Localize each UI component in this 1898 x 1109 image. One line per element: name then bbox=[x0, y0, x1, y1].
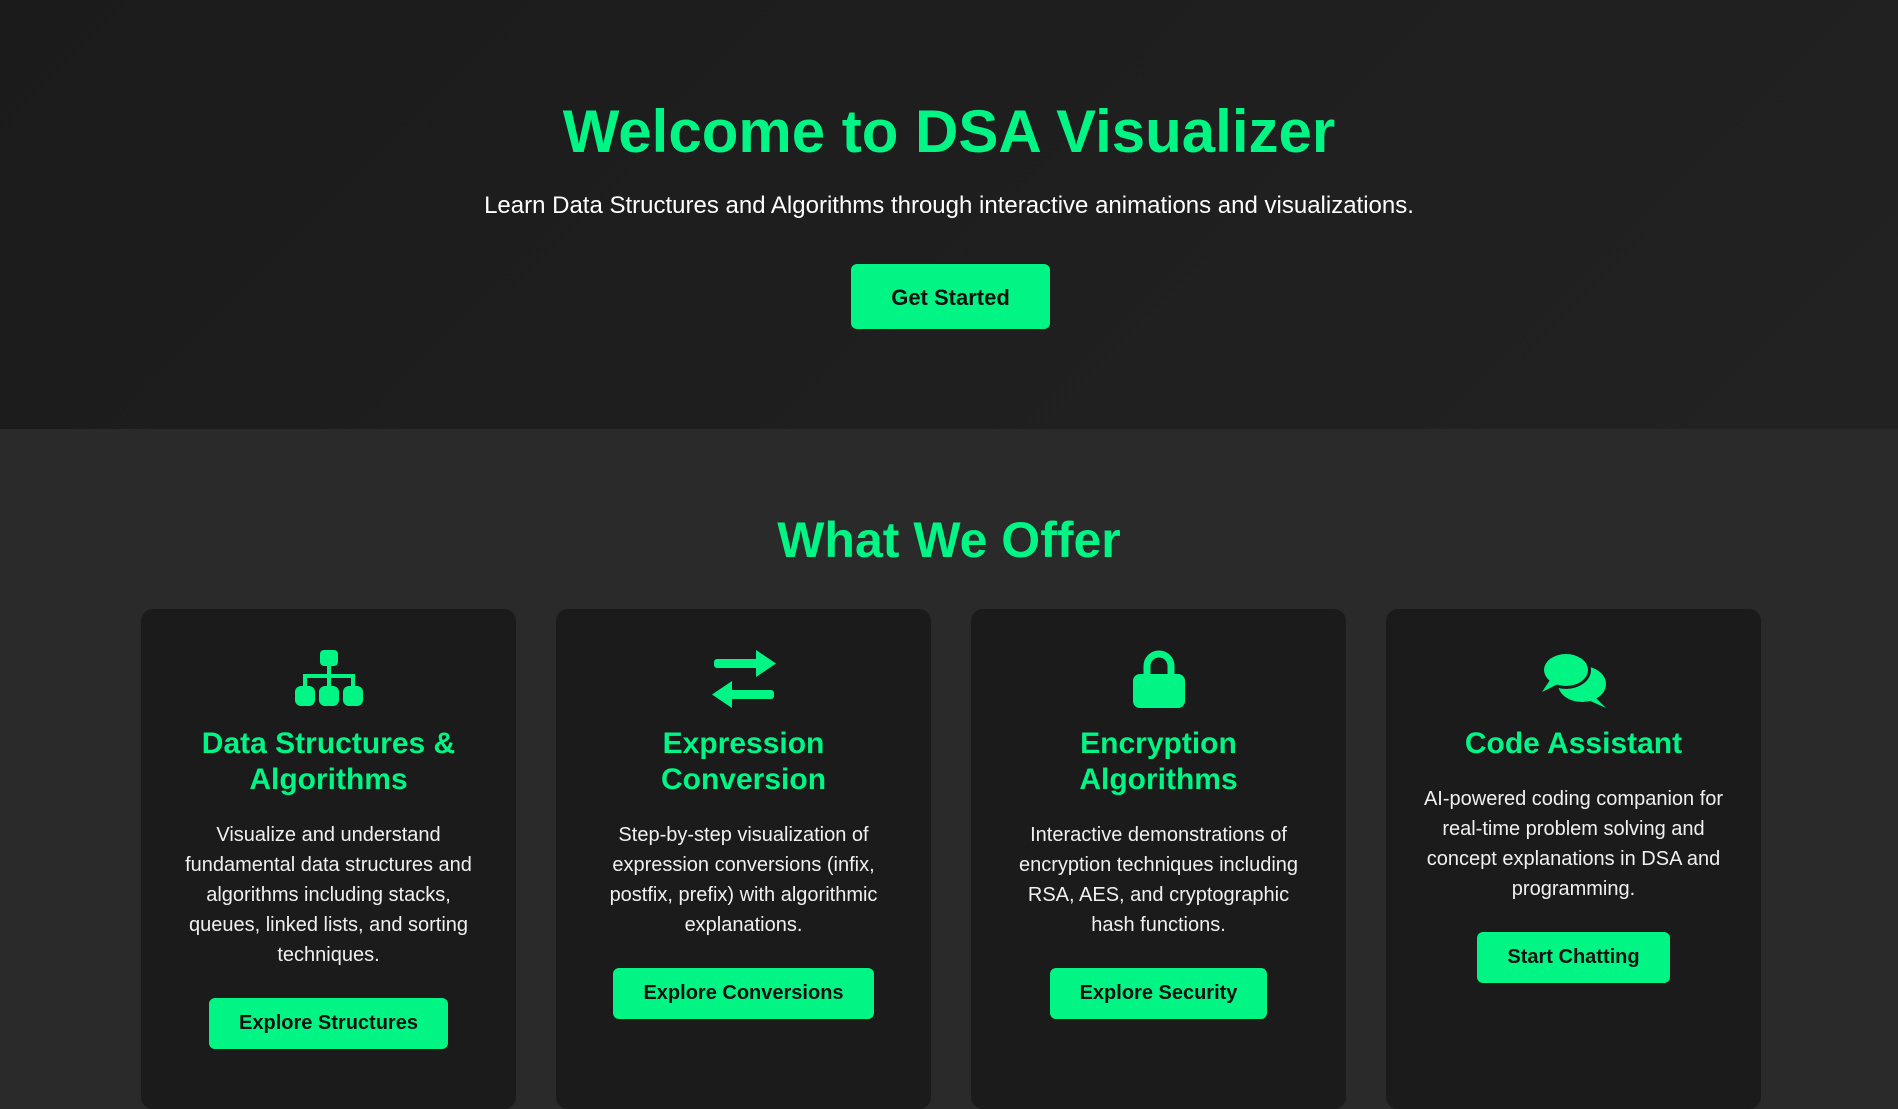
card-code-assistant: Code Assistant AI-powered coding compani… bbox=[1386, 609, 1761, 1109]
explore-conversions-button[interactable]: Explore Conversions bbox=[613, 968, 874, 1019]
card-description: Interactive demonstrations of encryption… bbox=[1018, 824, 1299, 936]
card-encryption: Encryption Algorithms Interactive demons… bbox=[971, 609, 1346, 1109]
card-description: Step-by-step visualization of expression… bbox=[609, 824, 878, 936]
hero-subtitle: Learn Data Structures and Algorithms thr… bbox=[484, 192, 1414, 219]
card-data-structures: Data Structures & Algorithms Visualize a… bbox=[141, 609, 516, 1109]
exchange-arrows-icon bbox=[704, 648, 784, 710]
start-chatting-button[interactable]: Start Chatting bbox=[1477, 932, 1670, 983]
hero-title: Welcome to DSA Visualizer bbox=[562, 98, 1336, 165]
sitemap-icon bbox=[289, 648, 369, 710]
card-title: Code Assistant bbox=[1464, 727, 1683, 760]
hero-section: Welcome to DSA Visualizer Learn Data Str… bbox=[0, 0, 1898, 429]
explore-structures-button[interactable]: Explore Structures bbox=[209, 998, 448, 1049]
offer-section: What We Offer Data Structures & Algorith… bbox=[0, 429, 1898, 1109]
card-title: Expression Conversion bbox=[660, 727, 827, 796]
chat-bubbles-icon bbox=[1534, 648, 1614, 710]
lock-icon bbox=[1119, 648, 1199, 710]
card-expression-conversion: Expression Conversion Step-by-step visua… bbox=[556, 609, 931, 1109]
card-title: Data Structures & Algorithms bbox=[201, 727, 456, 796]
card-description: Visualize and understand fundamental dat… bbox=[185, 824, 472, 966]
card-title: Encryption Algorithms bbox=[1079, 727, 1238, 796]
card-description: AI-powered coding companion for real-tim… bbox=[1423, 788, 1724, 900]
get-started-button[interactable]: Get Started bbox=[851, 264, 1050, 329]
offer-title: What We Offer bbox=[777, 512, 1121, 568]
explore-security-button[interactable]: Explore Security bbox=[1049, 968, 1268, 1019]
